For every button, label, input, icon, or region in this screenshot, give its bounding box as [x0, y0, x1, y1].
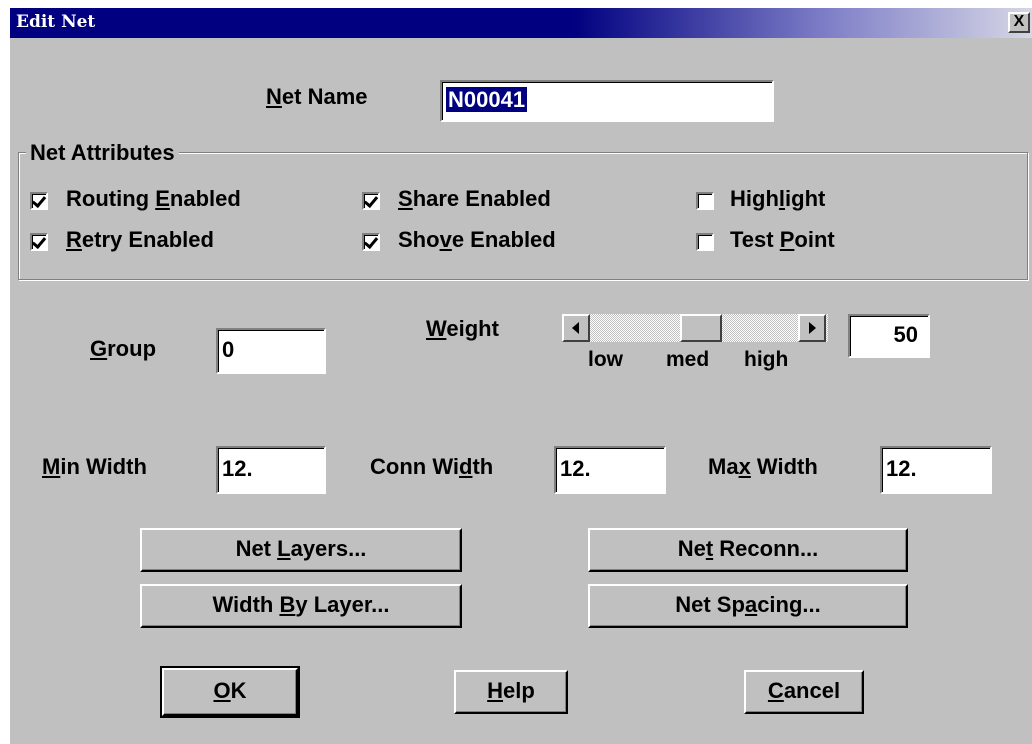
min-width-input[interactable]: 12.: [216, 446, 326, 494]
weight-scale-low: low: [588, 348, 623, 371]
shove-enabled-checkbox[interactable]: [362, 233, 380, 251]
weight-slider-thumb[interactable]: [680, 314, 722, 342]
help-button[interactable]: Help: [454, 670, 568, 714]
ok-button[interactable]: OK: [160, 666, 300, 718]
min-width-value: 12.: [222, 456, 253, 481]
retry-enabled-label: Retry Enabled: [66, 227, 214, 252]
edit-net-dialog: Edit Net X Net Name N00041 Net Attribute…: [10, 8, 1032, 744]
net-attributes-group: [18, 152, 1028, 280]
highlight-label: Highlight: [730, 186, 826, 211]
highlight-checkbox[interactable]: [696, 192, 714, 210]
net-name-input[interactable]: N00041: [440, 80, 774, 122]
group-value: 0: [222, 337, 235, 362]
conn-width-value: 12.: [560, 456, 591, 481]
weight-label: Weight: [426, 316, 499, 341]
conn-width-label: Conn Width: [370, 454, 494, 479]
arrow-left-icon: [572, 322, 579, 334]
close-icon: X: [1013, 13, 1025, 30]
title-bar[interactable]: Edit Net X: [10, 8, 1032, 38]
net-name-label: Net Name: [266, 84, 368, 109]
max-width-input[interactable]: 12.: [880, 446, 992, 494]
max-width-label: Max Width: [708, 454, 818, 479]
routing-enabled-label: Routing Enabled: [66, 186, 241, 211]
weight-increase-button[interactable]: [798, 314, 826, 342]
net-reconn-button[interactable]: Net Reconn...: [588, 528, 908, 572]
shove-enabled-label: Shove Enabled: [398, 227, 556, 252]
weight-decrease-button[interactable]: [562, 314, 590, 342]
arrow-right-icon: [809, 322, 816, 334]
net-spacing-button[interactable]: Net Spacing...: [588, 584, 908, 628]
share-enabled-checkbox[interactable]: [362, 192, 380, 210]
net-layers-button[interactable]: Net Layers...: [140, 528, 462, 572]
weight-scale-med: med: [666, 348, 710, 371]
close-button[interactable]: X: [1008, 12, 1030, 33]
test-point-checkbox[interactable]: [696, 233, 714, 251]
net-name-value: N00041: [446, 87, 528, 112]
window-title: Edit Net: [16, 12, 96, 32]
min-width-label: Min Width: [42, 454, 147, 479]
weight-value: 50: [893, 322, 918, 347]
cancel-button[interactable]: Cancel: [744, 670, 864, 714]
group-label: Group: [90, 336, 157, 361]
max-width-value: 12.: [886, 456, 917, 481]
routing-enabled-checkbox[interactable]: [30, 192, 48, 210]
weight-value-input[interactable]: 50: [848, 314, 930, 358]
share-enabled-label: Share Enabled: [398, 186, 551, 211]
retry-enabled-checkbox[interactable]: [30, 233, 48, 251]
group-input[interactable]: 0: [216, 328, 326, 374]
width-by-layer-button[interactable]: Width By Layer...: [140, 584, 462, 628]
test-point-label: Test Point: [730, 227, 835, 252]
weight-scale-high: high: [744, 348, 789, 371]
net-attributes-title: Net Attributes: [26, 140, 179, 166]
conn-width-input[interactable]: 12.: [554, 446, 666, 494]
